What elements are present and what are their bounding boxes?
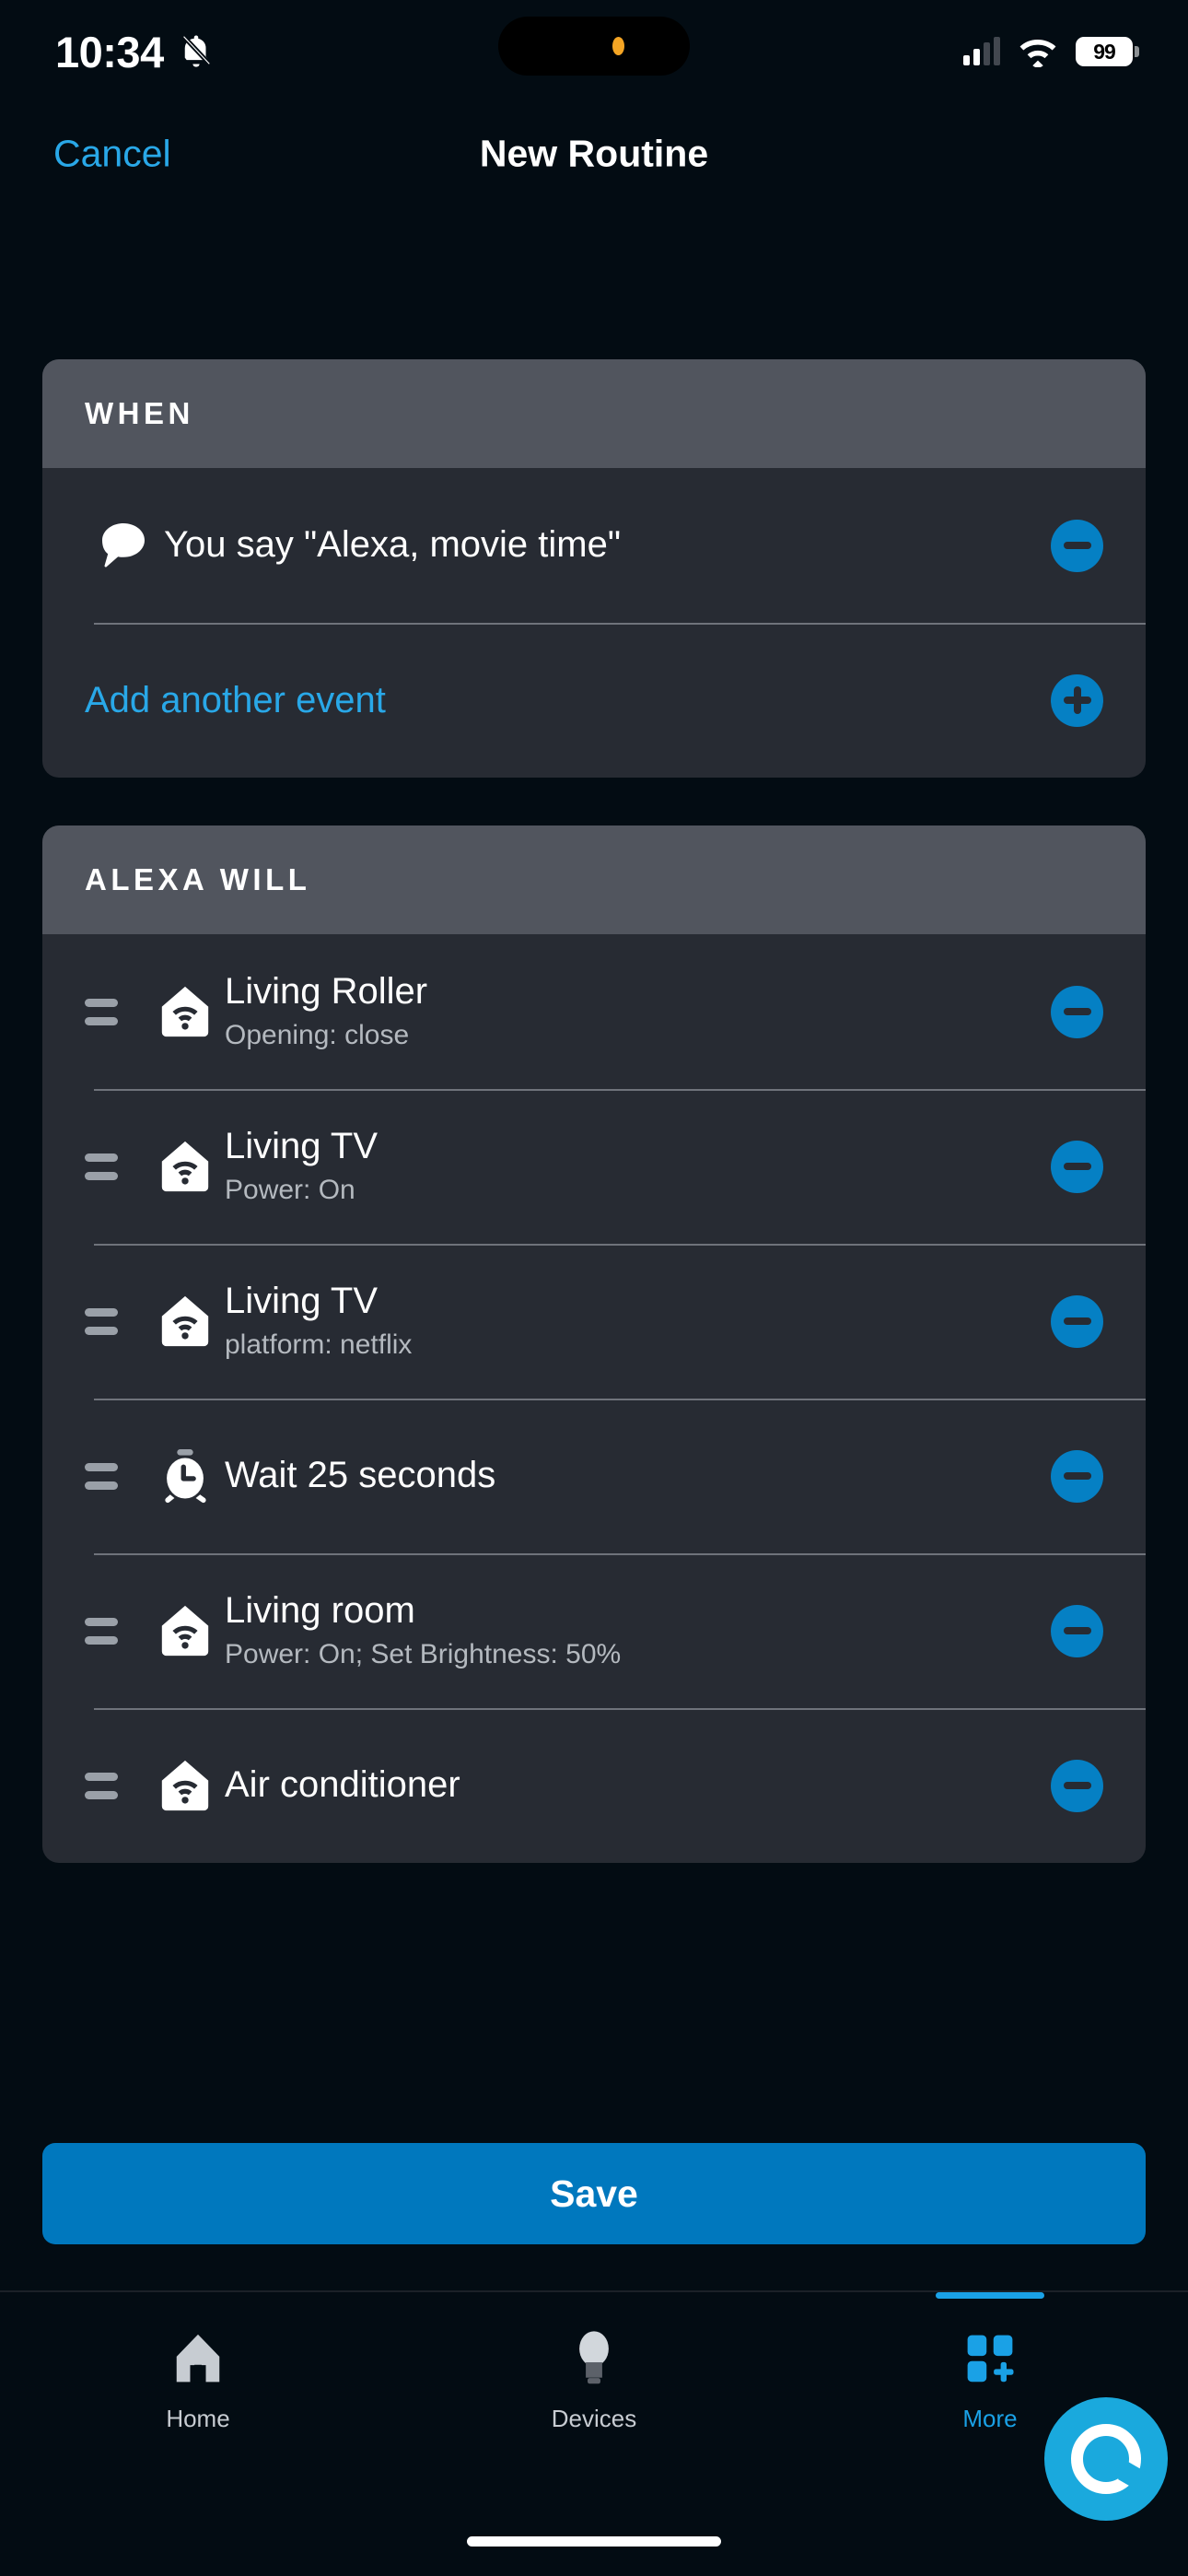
trigger-title: You say "Alexa, movie time" [164, 524, 622, 566]
action-row[interactable]: Living room Power: On; Set Brightness: 5… [42, 1553, 1146, 1708]
smart-home-device-icon [146, 983, 225, 1040]
action-title: Wait 25 seconds [225, 1455, 496, 1496]
status-bar-clock: 10:34 [55, 27, 164, 76]
battery-indicator: 99 [1076, 37, 1139, 66]
recording-indicator-dot [611, 37, 624, 55]
minus-icon [1063, 1163, 1091, 1170]
tab-home-label: Home [166, 2405, 230, 2432]
when-card: WHEN You say "Alexa, movie time" Add ano… [42, 359, 1146, 778]
action-row[interactable]: Air conditioner [42, 1708, 1146, 1863]
dynamic-island [498, 17, 690, 76]
cellular-signal-icon [963, 37, 1000, 65]
action-subtitle: platform: netflix [225, 1329, 413, 1360]
drag-handle-icon[interactable] [85, 1772, 123, 1799]
actions-card-header: ALEXA WILL [42, 825, 1146, 934]
when-card-header: WHEN [42, 359, 1146, 468]
remove-action-button[interactable] [1051, 1294, 1103, 1348]
drag-handle-icon[interactable] [85, 998, 123, 1025]
add-another-event-body: Add another event [85, 680, 1051, 721]
remove-action-button[interactable] [1051, 985, 1103, 1038]
tab-devices-label: Devices [551, 2405, 637, 2432]
active-tab-indicator [936, 2292, 1044, 2299]
more-grid-icon [962, 2325, 1018, 2390]
remove-action-button[interactable] [1051, 1449, 1103, 1503]
status-bar: 10:34 99 [0, 0, 1188, 103]
minus-icon [1063, 542, 1091, 549]
actions-card-header-label: ALEXA WILL [85, 862, 311, 896]
remove-action-button[interactable] [1051, 1759, 1103, 1812]
bell-slash-icon [181, 33, 213, 67]
action-row[interactable]: Living TV Power: On [42, 1089, 1146, 1244]
save-button[interactable]: Save [42, 2143, 1146, 2244]
home-icon [169, 2325, 227, 2390]
tab-more[interactable]: More [792, 2292, 1188, 2433]
action-row-body: Living TV Power: On [225, 1125, 1051, 1207]
add-another-event-row[interactable]: Add another event [42, 623, 1146, 778]
drag-handle-icon[interactable] [85, 1307, 123, 1335]
action-row-body: Living TV platform: netflix [225, 1280, 1051, 1362]
save-bar: Save [0, 2143, 1188, 2255]
remove-trigger-button[interactable] [1051, 519, 1103, 572]
actions-card: ALEXA WILL Living Roller Opening: close [42, 825, 1146, 1863]
plus-icon-vertical [1073, 686, 1081, 714]
home-indicator [467, 2536, 721, 2547]
bottom-tab-bar: Home Devices More [0, 2290, 1188, 2576]
action-title: Air conditioner [225, 1764, 460, 1806]
trigger-row-body: You say "Alexa, movie time" [164, 523, 1051, 567]
status-bar-left: 10:34 [55, 27, 215, 77]
add-another-event-label: Add another event [85, 679, 386, 720]
add-event-button[interactable] [1051, 673, 1103, 727]
minus-icon [1063, 1008, 1091, 1015]
smart-home-device-icon [146, 1757, 225, 1814]
tab-more-label: More [962, 2405, 1018, 2432]
tab-devices[interactable]: Devices [396, 2325, 792, 2433]
action-row-body: Air conditioner [225, 1763, 1051, 1807]
drag-handle-icon[interactable] [85, 1617, 123, 1645]
minus-icon [1063, 1627, 1091, 1634]
action-row[interactable]: Living Roller Opening: close [42, 934, 1146, 1089]
navigation-bar: Cancel New Routine [0, 103, 1188, 205]
status-bar-right: 99 [963, 36, 1139, 67]
minus-icon [1063, 1317, 1091, 1325]
wifi-icon [1019, 39, 1056, 67]
action-title: Living room [225, 1590, 415, 1632]
action-row[interactable]: Living TV platform: netflix [42, 1244, 1146, 1399]
remove-action-button[interactable] [1051, 1140, 1103, 1193]
action-subtitle: Power: On [225, 1174, 355, 1205]
smart-home-device-icon [146, 1293, 225, 1350]
lightbulb-icon [568, 2325, 620, 2390]
minus-icon [1063, 1782, 1091, 1789]
action-subtitle: Power: On; Set Brightness: 50% [225, 1638, 622, 1669]
drag-handle-icon[interactable] [85, 1153, 123, 1180]
action-row-body: Wait 25 seconds [225, 1454, 1051, 1497]
smart-home-device-icon [146, 1138, 225, 1195]
action-subtitle: Opening: close [225, 1019, 410, 1050]
trigger-row[interactable]: You say "Alexa, movie time" [42, 468, 1146, 623]
routine-editor-scroll-area[interactable]: WHEN You say "Alexa, movie time" Add ano… [0, 359, 1188, 2151]
action-title: Living Roller [225, 971, 428, 1013]
action-title: Living TV [225, 1281, 379, 1322]
battery-level-label: 99 [1093, 39, 1116, 64]
action-row[interactable]: Wait 25 seconds [42, 1399, 1146, 1553]
speech-bubble-icon [85, 521, 164, 569]
minus-icon [1063, 1472, 1091, 1480]
alarm-clock-icon [146, 1447, 225, 1505]
page-title: New Routine [479, 132, 709, 175]
action-row-body: Living room Power: On; Set Brightness: 5… [225, 1589, 1051, 1671]
tab-home[interactable]: Home [0, 2325, 396, 2433]
remove-action-button[interactable] [1051, 1604, 1103, 1657]
action-row-body: Living Roller Opening: close [225, 970, 1051, 1052]
when-card-header-label: WHEN [85, 396, 194, 430]
action-title: Living TV [225, 1126, 379, 1167]
drag-handle-icon[interactable] [85, 1462, 123, 1490]
smart-home-device-icon [146, 1602, 225, 1659]
